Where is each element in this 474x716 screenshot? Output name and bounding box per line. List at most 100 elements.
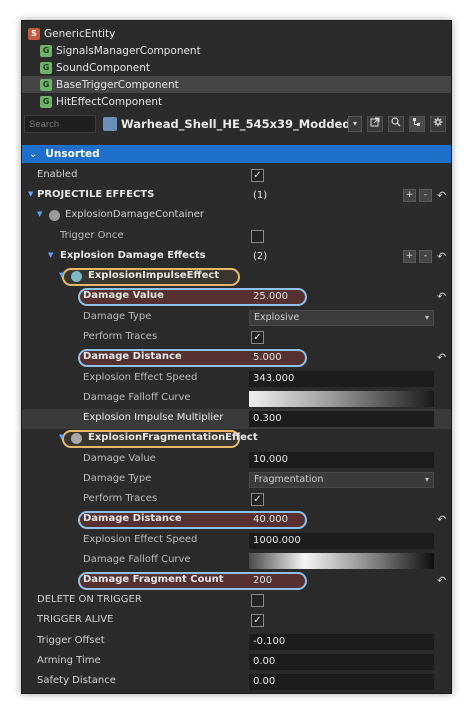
prop-row-frag-perform-traces: Perform Traces ✓ <box>22 490 451 510</box>
object-circle-icon <box>71 433 82 444</box>
object-circle-icon <box>71 271 82 282</box>
expand-arrow-icon[interactable]: ▼ <box>59 271 64 279</box>
expand-arrow-icon[interactable]: ▼ <box>37 210 42 218</box>
tree-item-base-trigger[interactable]: G BaseTriggerComponent <box>22 76 451 93</box>
search-icon[interactable] <box>388 116 404 132</box>
search-input[interactable] <box>24 115 96 133</box>
tree-root-generic-entity[interactable]: S GenericEntity <box>22 25 451 42</box>
impulse-damage-value-input[interactable]: 25.000 <box>249 289 301 305</box>
explosion-effects-count: (2) <box>253 251 268 262</box>
prop-row-impulse-damage-distance: Damage Distance 5.000 ↶ <box>22 348 451 368</box>
prop-row-frag-damage-value: Damage Value 10.000 <box>22 450 451 470</box>
trigger-offset-input[interactable]: -0.100 <box>249 634 434 650</box>
expand-arrow-icon[interactable]: ▼ <box>28 190 33 198</box>
prop-label: ExplosionDamageContainer <box>65 209 204 220</box>
prop-row-impulse-perform-traces: Perform Traces ✓ <box>22 328 451 348</box>
impulse-damage-type-select[interactable]: Explosive ▾ <box>249 310 434 326</box>
prop-label: PROJECTILE EFFECTS <box>37 189 155 200</box>
entity-inspector-window: S GenericEntity G SignalsManagerComponen… <box>21 20 452 694</box>
prop-row-frag-falloff-curve: Damage Falloff Curve <box>22 551 451 571</box>
tree-item-signals-manager[interactable]: G SignalsManagerComponent <box>22 42 451 59</box>
reset-icon[interactable]: ↶ <box>437 513 446 526</box>
entity-s-icon: S <box>28 27 40 40</box>
frag-perform-traces-checkbox[interactable]: ✓ <box>251 493 264 506</box>
safety-distance-input[interactable]: 0.00 <box>249 674 434 690</box>
arming-time-input[interactable]: 0.00 <box>249 654 434 670</box>
chevron-down-icon: ▾ <box>424 475 429 484</box>
prop-label: TRIGGER ALIVE <box>37 614 114 625</box>
tree-root-label: GenericEntity <box>44 27 116 40</box>
prop-row-frag-damage-distance: Damage Distance 40.000 ↶ <box>22 510 451 530</box>
prop-label: Damage Distance <box>83 513 182 524</box>
component-g-icon: G <box>40 95 52 108</box>
reset-icon[interactable]: ↶ <box>437 290 446 303</box>
frag-effect-speed-input[interactable]: 1000.000 <box>249 533 434 549</box>
trigger-once-checkbox[interactable] <box>251 230 264 243</box>
impulse-damage-distance-input[interactable]: 5.000 <box>249 350 301 366</box>
prop-label: Trigger Once <box>60 230 124 241</box>
reset-icon[interactable]: ↶ <box>437 574 446 587</box>
gear-icon[interactable] <box>430 116 446 132</box>
prop-label: ExplosionImpulseEffect <box>88 270 220 281</box>
prop-label: Explosion Effect Speed <box>83 372 198 383</box>
open-external-icon[interactable] <box>367 116 383 132</box>
entity-file-icon <box>103 117 117 131</box>
remove-item-button[interactable]: - <box>419 250 432 263</box>
frag-damage-value-input[interactable]: 10.000 <box>249 452 434 468</box>
prop-label: Perform Traces <box>83 493 158 504</box>
prop-row-trigger-alive: TRIGGER ALIVE ✓ <box>22 611 451 631</box>
impulse-effect-speed-input[interactable]: 343.000 <box>249 371 434 387</box>
prop-label: Damage Type <box>83 473 152 484</box>
prop-row-impulse-falloff-curve: Damage Falloff Curve <box>22 389 451 409</box>
impulse-perform-traces-checkbox[interactable]: ✓ <box>251 331 264 344</box>
prop-row-impulse-damage-value: Damage Value 25.000 ↶ <box>22 287 451 307</box>
enabled-checkbox[interactable]: ✓ <box>251 169 264 182</box>
impulse-falloff-curve-editor[interactable] <box>249 391 434 407</box>
impulse-multiplier-input[interactable]: 0.300 <box>249 411 434 427</box>
reset-icon[interactable]: ↶ <box>437 351 446 364</box>
prop-row-impulse-damage-type: Damage Type Explosive ▾ <box>22 308 451 328</box>
prop-row-frag-damage-type: Damage Type Fragmentation ▾ <box>22 470 451 490</box>
inspector-toolbar: Warhead_Shell_HE_545x39_Modded.et ( ▾ <box>22 113 451 135</box>
prop-label: ExplosionFragmentationEffect <box>88 432 258 443</box>
select-value: Explosive <box>254 312 300 323</box>
prop-label: Damage Value <box>83 290 164 301</box>
frag-fragment-count-input[interactable]: 200 <box>249 573 301 589</box>
prop-label: Damage Type <box>83 311 152 322</box>
prop-label: Arming Time <box>37 655 101 666</box>
remove-item-button[interactable]: - <box>419 189 432 202</box>
add-item-button[interactable]: + <box>403 250 416 263</box>
prop-row-explosion-damage-effects: ▼ Explosion Damage Effects (2) + - ↶ <box>22 247 451 267</box>
reset-icon[interactable]: ↶ <box>437 250 446 263</box>
reset-icon[interactable]: ↶ <box>437 189 446 202</box>
entity-dropdown-button[interactable]: ▾ <box>348 116 362 132</box>
prop-row-fragmentation-effect: ▼ ExplosionFragmentationEffect <box>22 429 451 449</box>
select-value: Fragmentation <box>254 474 324 485</box>
section-unsorted-header[interactable]: ⌄ Unsorted <box>22 145 451 163</box>
prop-row-enabled: Enabled ✓ <box>22 166 451 186</box>
hierarchy-icon[interactable] <box>409 116 425 132</box>
trigger-alive-checkbox[interactable]: ✓ <box>251 614 264 627</box>
frag-damage-distance-input[interactable]: 40.000 <box>249 512 301 528</box>
object-circle-icon <box>49 210 60 221</box>
prop-label: Damage Distance <box>83 351 182 362</box>
expand-arrow-icon[interactable]: ▼ <box>48 251 53 259</box>
tree-item-label: SoundComponent <box>56 61 151 74</box>
tree-item-label: HitEffectComponent <box>56 95 163 108</box>
add-item-button[interactable]: + <box>403 189 416 202</box>
entity-file-name: Warhead_Shell_HE_545x39_Modded.et ( <box>121 117 351 131</box>
component-g-icon: G <box>40 78 52 91</box>
prop-label: Explosion Damage Effects <box>60 250 206 261</box>
frag-damage-type-select[interactable]: Fragmentation ▾ <box>249 472 434 488</box>
frag-falloff-curve-editor[interactable] <box>249 553 434 569</box>
tree-item-label: SignalsManagerComponent <box>56 44 201 57</box>
expand-arrow-icon[interactable]: ▼ <box>59 433 64 441</box>
prop-label: Explosion Effect Speed <box>83 534 198 545</box>
tree-item-hit-effect[interactable]: G HitEffectComponent <box>22 93 451 110</box>
prop-row-frag-effect-speed: Explosion Effect Speed 1000.000 <box>22 531 451 551</box>
prop-label: Damage Falloff Curve <box>83 554 191 565</box>
component-g-icon: G <box>40 61 52 74</box>
prop-row-explosion-damage-container: ▼ ExplosionDamageContainer <box>22 206 451 226</box>
delete-on-trigger-checkbox[interactable] <box>251 594 264 607</box>
tree-item-sound[interactable]: G SoundComponent <box>22 59 451 76</box>
